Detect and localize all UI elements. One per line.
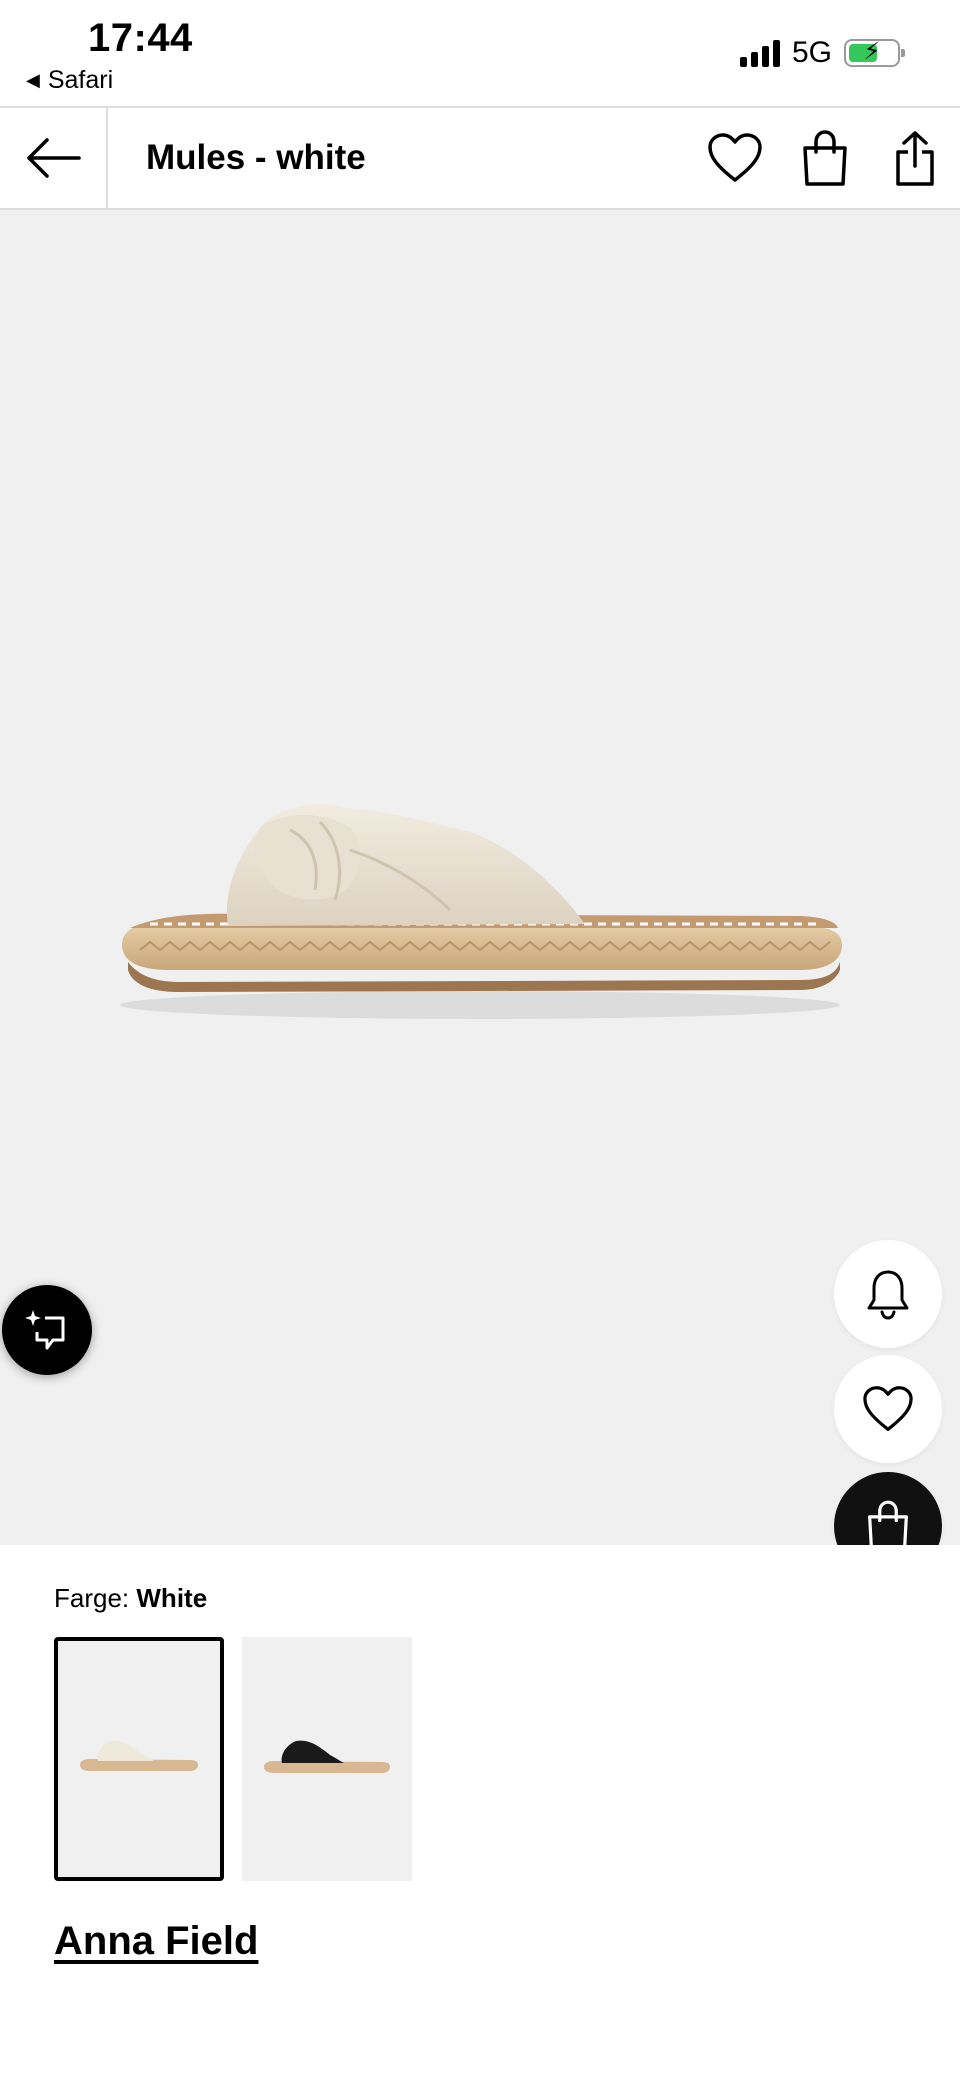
page-title: Mules - white [146,138,366,177]
brand-link[interactable]: Anna Field [54,1919,258,1964]
network-type: 5G [791,36,832,69]
bag-button[interactable] [795,128,855,188]
color-label-prefix: Farge: [54,1583,130,1613]
share-button[interactable] [885,128,945,188]
mule-sandal-white-image [120,804,842,1019]
back-button[interactable] [0,108,108,208]
wishlist-button[interactable] [705,128,765,188]
bell-icon [867,1270,909,1320]
notify-button[interactable] [834,1240,942,1348]
status-bar: 17:44 ◀ Safari 5G ⚡ [0,0,960,106]
product-navbar: Mules - white [0,106,960,210]
wishlist-fab[interactable] [834,1355,942,1463]
back-triangle-icon: ◀ [26,70,40,90]
bag-icon [868,1500,908,1545]
back-app-label: Safari [47,66,114,94]
color-swatch-black[interactable] [242,1637,412,1881]
heart-icon [708,133,762,182]
ai-assistant-icon [25,1310,65,1350]
back-arrow-icon [27,138,81,178]
signal-icon [739,39,780,67]
share-icon [896,131,934,186]
status-right: 5G ⚡ [739,36,905,70]
color-swatch-white[interactable] [54,1637,224,1881]
black-sandal-thumbnail [264,1740,390,1773]
product-details: Farge: White Anna Field [0,1545,960,2077]
product-image[interactable] [0,210,960,1545]
selected-color: White [136,1583,208,1613]
status-time: 17:44 [88,16,193,60]
back-to-safari[interactable]: ◀ Safari [26,66,113,95]
white-sandal-thumbnail [80,1740,198,1771]
ai-assistant-button[interactable] [2,1285,92,1375]
bag-icon [803,130,847,186]
color-label: Farge: White [54,1583,207,1614]
battery-charging-icon: ⚡ [844,38,905,67]
heart-icon [863,1386,913,1431]
